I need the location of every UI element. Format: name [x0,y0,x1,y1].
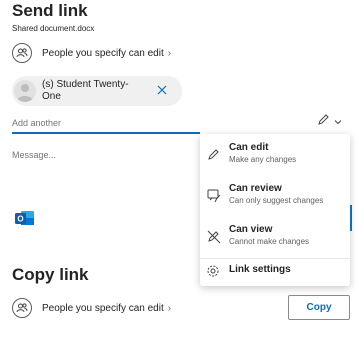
copy-permission-label: People you specify can edit [42,302,164,314]
copy-permission-selector[interactable]: People you specify can edit › [12,298,171,318]
pencil-icon [316,113,330,132]
remove-recipient-icon[interactable] [156,83,168,101]
chevron-down-icon [333,114,343,132]
copy-link-title: Copy link [12,265,89,284]
permission-dropdown-trigger[interactable] [316,113,343,132]
review-icon [206,188,222,209]
menu-item-can-view[interactable]: Can view Cannot make changes [200,222,350,262]
shared-filename: Shared document.docx [12,24,95,33]
chevron-right-icon: › [167,47,172,59]
avatar [14,80,36,102]
gear-icon [206,264,220,283]
menu-item-title: Can view [229,224,273,235]
menu-item-title: Link settings [229,264,291,275]
input-underline [12,132,200,134]
message-field[interactable] [12,150,192,190]
scroll-indicator[interactable] [350,205,352,231]
add-another-input[interactable] [12,114,200,132]
permission-menu: Can edit Make any changes Can review Can… [200,134,350,286]
menu-item-link-settings[interactable]: Link settings [200,260,350,284]
pencil-icon [206,148,220,167]
send-permission-label: People you specify can edit [42,47,164,59]
recipient-name-line2: One [42,91,61,102]
menu-item-can-review[interactable]: Can review Can only suggest changes [200,181,350,221]
view-icon [206,229,222,250]
menu-item-can-edit[interactable]: Can edit Make any changes [200,140,350,180]
chevron-right-icon: › [167,302,172,314]
menu-item-subtitle: Cannot make changes [229,237,310,246]
menu-item-title: Can review [229,183,282,194]
people-icon [12,43,32,63]
menu-item-subtitle: Can only suggest changes [229,196,324,205]
send-link-title: Send link [12,1,88,20]
menu-divider [200,258,350,259]
recipient-chip[interactable]: (s) Student Twenty- One [12,76,182,106]
menu-item-title: Can edit [229,142,269,153]
outlook-icon[interactable]: O [14,208,36,233]
recipient-name-line1: (s) Student Twenty- [42,79,129,90]
svg-text:O: O [17,214,23,223]
copy-button[interactable]: Copy [288,295,350,320]
menu-item-subtitle: Make any changes [229,155,297,164]
people-icon [12,298,32,318]
send-permission-selector[interactable]: People you specify can edit › [12,43,171,63]
